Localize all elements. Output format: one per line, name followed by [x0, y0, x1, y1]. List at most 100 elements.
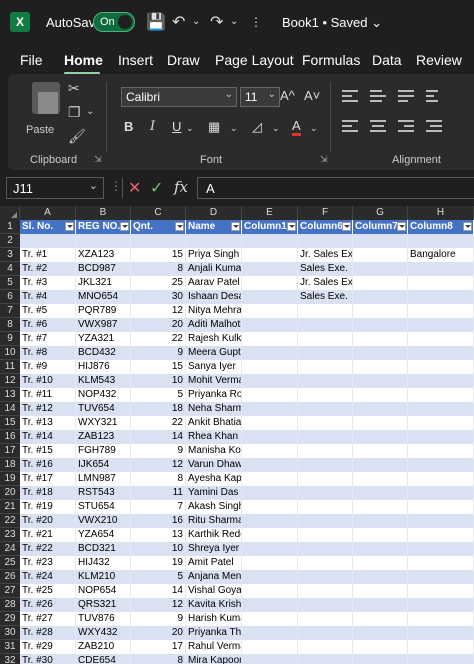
- clipboard-dialog-launcher-icon[interactable]: ⇲: [94, 154, 102, 165]
- cell[interactable]: [298, 318, 353, 332]
- row-header[interactable]: 31: [0, 640, 20, 654]
- cell[interactable]: WXY432: [76, 626, 131, 640]
- cell[interactable]: [298, 542, 353, 556]
- cell[interactable]: [131, 234, 186, 248]
- row-header[interactable]: 13: [0, 388, 20, 402]
- filter-dropdown-icon[interactable]: [463, 222, 472, 231]
- filter-dropdown-icon[interactable]: [65, 222, 74, 231]
- cell[interactable]: Tr. #25: [20, 584, 76, 598]
- cell[interactable]: [353, 416, 408, 430]
- cell[interactable]: [242, 654, 298, 664]
- cell[interactable]: Tr. #27: [20, 612, 76, 626]
- font-size-select[interactable]: 11 ⌄: [240, 87, 280, 107]
- cell[interactable]: [298, 234, 353, 248]
- cell[interactable]: [353, 598, 408, 612]
- cell[interactable]: 19: [131, 556, 186, 570]
- cell[interactable]: NOP432: [76, 388, 131, 402]
- cell[interactable]: Akash Singh: [186, 500, 242, 514]
- undo-dropdown-icon[interactable]: ⌄: [192, 16, 200, 27]
- cell[interactable]: [298, 472, 353, 486]
- cell[interactable]: STU654: [76, 500, 131, 514]
- cell[interactable]: Vishal Goyal: [186, 584, 242, 598]
- header-cell[interactable]: Column6: [298, 220, 353, 234]
- cell[interactable]: [353, 234, 408, 248]
- cell[interactable]: Tr. #8: [20, 346, 76, 360]
- row-header[interactable]: 19: [0, 472, 20, 486]
- header-cell[interactable]: Column1: [242, 220, 298, 234]
- cell[interactable]: Tr. #13: [20, 416, 76, 430]
- cell[interactable]: 25: [131, 276, 186, 290]
- cell[interactable]: 30: [131, 290, 186, 304]
- cell[interactable]: [242, 472, 298, 486]
- cell[interactable]: [242, 514, 298, 528]
- cell[interactable]: [408, 542, 474, 556]
- cell[interactable]: [298, 458, 353, 472]
- tab-insert[interactable]: Insert: [118, 52, 153, 68]
- cell[interactable]: [76, 234, 131, 248]
- cell[interactable]: BCD432: [76, 346, 131, 360]
- indent-icon[interactable]: [426, 120, 442, 135]
- tab-file[interactable]: File: [20, 52, 43, 68]
- cell[interactable]: [242, 584, 298, 598]
- cell[interactable]: Priyanka Thakur: [186, 626, 242, 640]
- cell[interactable]: Ishaan Desai: [186, 290, 242, 304]
- cell[interactable]: [353, 290, 408, 304]
- autosave-toggle[interactable]: On: [93, 12, 135, 32]
- cell[interactable]: 15: [131, 360, 186, 374]
- cell[interactable]: [408, 346, 474, 360]
- column-header-f[interactable]: F: [298, 206, 353, 220]
- cell[interactable]: Yamini Das: [186, 486, 242, 500]
- column-header-h[interactable]: H: [408, 206, 474, 220]
- row-header[interactable]: 22: [0, 514, 20, 528]
- cell[interactable]: Tr. #4: [20, 290, 76, 304]
- header-cell[interactable]: Name: [186, 220, 242, 234]
- cut-icon[interactable]: ✂: [68, 80, 80, 97]
- cell[interactable]: [408, 402, 474, 416]
- cell[interactable]: 16: [131, 514, 186, 528]
- column-header-d[interactable]: D: [186, 206, 242, 220]
- header-cell[interactable]: Sl. No.: [20, 220, 76, 234]
- row-header[interactable]: 7: [0, 304, 20, 318]
- row-header[interactable]: 24: [0, 542, 20, 556]
- cell[interactable]: [353, 374, 408, 388]
- header-cell[interactable]: REG NO.: [76, 220, 131, 234]
- cell[interactable]: [242, 612, 298, 626]
- copy-dropdown-icon[interactable]: ⌄: [86, 106, 94, 117]
- cancel-icon[interactable]: ✕: [128, 178, 141, 198]
- cell[interactable]: 18: [131, 402, 186, 416]
- cell[interactable]: [298, 584, 353, 598]
- cell[interactable]: Tr. #6: [20, 318, 76, 332]
- filter-dropdown-icon[interactable]: [397, 222, 406, 231]
- paste-button[interactable]: Paste: [26, 82, 66, 142]
- cell[interactable]: [353, 430, 408, 444]
- row-header[interactable]: 20: [0, 486, 20, 500]
- cell[interactable]: Rahul Verma: [186, 640, 242, 654]
- cell[interactable]: [353, 500, 408, 514]
- cell[interactable]: Tr. #2: [20, 262, 76, 276]
- row-header[interactable]: 10: [0, 346, 20, 360]
- cell[interactable]: Sales Exe.: [298, 262, 353, 276]
- fill-color-dropdown-icon[interactable]: ⌄: [272, 123, 280, 134]
- column-header-b[interactable]: B: [76, 206, 131, 220]
- cell[interactable]: Aarav Patel: [186, 276, 242, 290]
- row-header[interactable]: 17: [0, 444, 20, 458]
- cell[interactable]: VWX987: [76, 318, 131, 332]
- cell[interactable]: [353, 570, 408, 584]
- tab-data[interactable]: Data: [372, 52, 402, 68]
- cell[interactable]: [353, 276, 408, 290]
- cell[interactable]: Nitya Mehra: [186, 304, 242, 318]
- cell[interactable]: Tr. #12: [20, 402, 76, 416]
- cell[interactable]: Tr. #18: [20, 486, 76, 500]
- row-header[interactable]: 32: [0, 654, 20, 664]
- row-header[interactable]: 16: [0, 430, 20, 444]
- cell[interactable]: [408, 276, 474, 290]
- cell[interactable]: Aditi Malhotra: [186, 318, 242, 332]
- row-header[interactable]: 6: [0, 290, 20, 304]
- cell[interactable]: Jr. Sales Exe.: [298, 248, 353, 262]
- cell[interactable]: KLM210: [76, 570, 131, 584]
- cell[interactable]: [298, 374, 353, 388]
- format-painter-icon[interactable]: 🖌: [68, 128, 86, 145]
- cell[interactable]: Tr. #15: [20, 444, 76, 458]
- cell[interactable]: [408, 262, 474, 276]
- cell[interactable]: [408, 444, 474, 458]
